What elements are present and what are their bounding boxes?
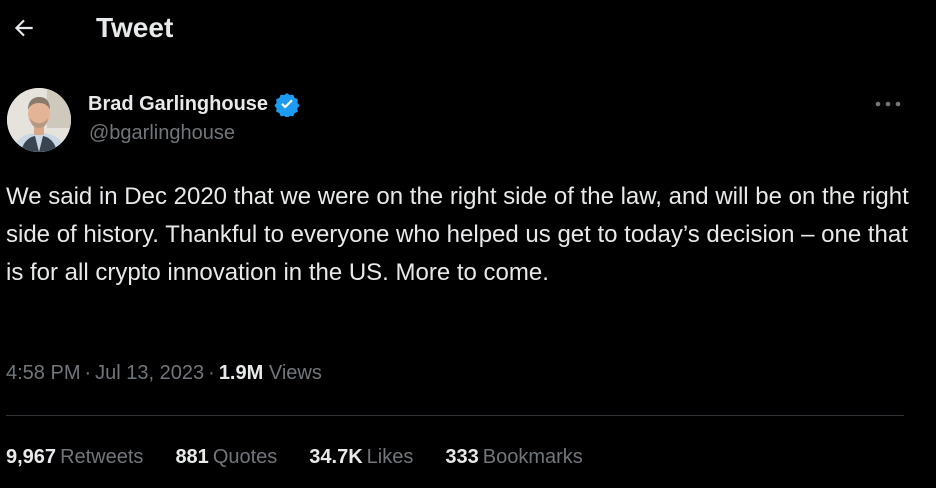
verified-badge-icon: [274, 91, 300, 117]
back-button[interactable]: [6, 10, 42, 46]
stat-quotes[interactable]: 881 Quotes: [175, 442, 277, 472]
stat-count: 881: [175, 446, 209, 468]
stat-label: Likes: [366, 446, 414, 468]
views-label: Views: [268, 362, 322, 384]
stat-count: 34.7K: [309, 446, 363, 468]
avatar[interactable]: [7, 88, 71, 152]
stat-retweets[interactable]: 9,967 Retweets: [6, 442, 143, 472]
stat-count: 9,967: [6, 446, 57, 468]
tweet-meta: 4:58 PM · Jul 13, 2023 · 1.9M Views: [6, 358, 322, 388]
stat-count: 333: [445, 446, 479, 468]
tweet-date[interactable]: Jul 13, 2023: [95, 362, 204, 384]
stat-label: Bookmarks: [482, 446, 583, 468]
meta-separator: ·: [208, 362, 215, 384]
author-handle[interactable]: @bgarlinghouse: [89, 122, 235, 145]
stat-label: Retweets: [60, 446, 144, 468]
author-name: Brad Garlinghouse: [88, 92, 269, 115]
tweet-time[interactable]: 4:58 PM: [6, 362, 80, 384]
stat-likes[interactable]: 34.7K Likes: [309, 442, 413, 472]
tweet-text: We said in Dec 2020 that we were on the …: [6, 183, 909, 286]
more-dots-icon: [875, 101, 901, 107]
more-options-button[interactable]: [868, 90, 908, 118]
engagement-stats: 9,967 Retweets 881 Quotes 34.7K Likes 333 Bo…: [6, 442, 583, 472]
arrow-left-icon: [14, 19, 33, 37]
views-count: 1.9M: [218, 362, 264, 384]
author-name-row[interactable]: Brad Garlinghouse: [88, 90, 300, 118]
stat-bookmarks[interactable]: 333 Bookmarks: [445, 442, 582, 472]
page-title: Tweet: [96, 12, 174, 43]
avatar-photo: [7, 88, 71, 152]
tweet-header: Tweet: [0, 0, 936, 56]
divider: [6, 415, 904, 416]
meta-separator: ·: [84, 362, 92, 384]
stat-label: Quotes: [212, 446, 278, 468]
